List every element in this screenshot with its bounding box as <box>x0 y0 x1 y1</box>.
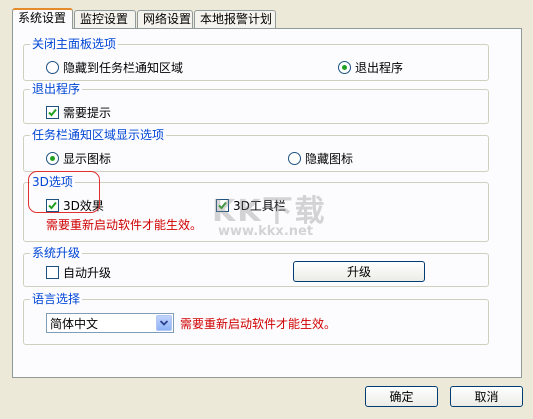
radio-selected-icon <box>46 151 59 165</box>
hide-icon-radio[interactable]: 隐藏图标 <box>288 150 353 166</box>
exit-program-radio[interactable]: 退出程序 <box>338 59 403 75</box>
checkmark-icon <box>46 105 59 119</box>
language-group: 语言选择 简体中文 需要重新启动软件才能生效。 <box>23 292 489 345</box>
cancel-button[interactable]: 取消 <box>450 386 523 407</box>
need-prompt-label: 需要提示 <box>63 105 112 120</box>
tab-system-settings[interactable]: 系统设置 <box>12 8 73 29</box>
radio-unselected-icon <box>288 151 301 165</box>
toolbar-3d-label: 3D工具栏 <box>233 198 286 213</box>
upgrade-button[interactable]: 升级 <box>293 261 425 282</box>
tab-network-settings[interactable]: 网络设置 <box>137 10 193 28</box>
restart-warning-3d: 需要重新启动软件才能生效。 <box>46 218 203 232</box>
radio-selected-icon <box>338 60 351 74</box>
close-panel-title: 关闭主面板选项 <box>30 37 119 51</box>
language-title: 语言选择 <box>30 292 83 306</box>
hide-icon-label: 隐藏图标 <box>305 151 354 166</box>
annotation-highlight <box>28 171 100 213</box>
tray-display-group: 任务栏通知区域显示选项 显示图标 隐藏图标 <box>23 128 489 172</box>
checkmark-icon <box>216 198 229 212</box>
exit-program-group: 退出程序 需要提示 <box>23 82 489 124</box>
hide-to-tray-label: 隐藏到任务栏通知区域 <box>63 60 184 75</box>
language-select[interactable]: 简体中文 <box>46 313 174 333</box>
upgrade-title: 系统升级 <box>30 246 83 260</box>
chevron-down-icon[interactable] <box>156 315 172 331</box>
tab-local-alarm-plan[interactable]: 本地报警计划 <box>194 10 276 28</box>
checkbox-empty-icon <box>46 265 59 279</box>
auto-upgrade-label: 自动升级 <box>63 265 112 280</box>
need-prompt-checkbox[interactable]: 需要提示 <box>46 104 111 120</box>
hide-to-tray-radio[interactable]: 隐藏到任务栏通知区域 <box>46 59 183 75</box>
auto-upgrade-checkbox[interactable]: 自动升级 <box>46 264 111 280</box>
close-panel-group: 关闭主面板选项 隐藏到任务栏通知区域 退出程序 <box>23 37 489 81</box>
show-icon-label: 显示图标 <box>63 151 112 166</box>
show-icon-radio[interactable]: 显示图标 <box>46 150 111 166</box>
radio-unselected-icon <box>46 60 59 74</box>
restart-warning-language: 需要重新启动软件才能生效。 <box>180 317 337 331</box>
exit-program-label: 退出程序 <box>355 60 404 75</box>
ok-button[interactable]: 确定 <box>365 386 438 407</box>
tray-display-title: 任务栏通知区域显示选项 <box>30 128 167 142</box>
exit-program-title: 退出程序 <box>30 82 83 96</box>
tab-monitor-settings[interactable]: 监控设置 <box>74 10 136 28</box>
language-selected-value: 简体中文 <box>50 316 99 331</box>
toolbar-3d-checkbox[interactable]: 3D工具栏 <box>216 197 286 213</box>
upgrade-group: 系统升级 自动升级 升级 <box>23 246 489 287</box>
